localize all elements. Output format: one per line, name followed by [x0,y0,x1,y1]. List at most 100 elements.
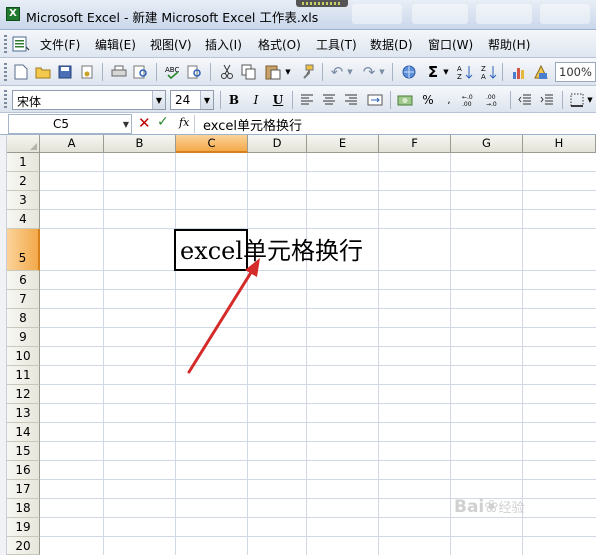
excel-app-icon: X [6,7,20,21]
spelling-icon[interactable]: ABC [164,63,182,81]
insert-function-button[interactable]: fx [179,116,189,129]
decrease-indent-icon[interactable] [516,91,534,109]
drawing-icon[interactable] [532,63,550,81]
font-size-value: 24 [175,93,191,107]
autosum-icon[interactable]: Σ [424,63,442,81]
undo-dropdown-icon[interactable]: ▼ [346,63,354,81]
svg-text:Z: Z [457,73,462,80]
chart-wizard-icon[interactable] [510,63,528,81]
open-icon[interactable] [34,63,52,81]
toolbar-separator [292,91,293,109]
menu-view[interactable]: 视图(V) [150,36,192,53]
new-icon[interactable] [12,63,30,81]
toolbar-separator [562,91,563,109]
titlebar-control[interactable] [412,4,468,24]
align-left-icon[interactable] [298,91,316,109]
activity-indicator [296,0,348,7]
title-bar: X Microsoft Excel - 新建 Microsoft Excel 工… [0,0,596,30]
sort-descending-icon[interactable]: ZA [480,63,498,81]
paw-icon: ❀ [484,497,499,517]
redo-icon[interactable]: ↷ [360,63,378,81]
standard-toolbar: ABC ▼ ↶ ▼ ↷ ▼ Σ ▼ AZ ZA 100% [0,58,596,86]
align-right-icon[interactable] [342,91,360,109]
font-name-combo[interactable]: 宋体 ▼ [12,90,166,110]
svg-text:.00: .00 [462,101,472,107]
baidu-watermark: Bai❀经验 [454,497,525,517]
print-preview-icon[interactable] [132,63,150,81]
watermark-text: Bai [454,497,485,517]
menu-tools[interactable]: 工具(T) [316,36,357,53]
watermark-sub: 经验 [498,501,525,516]
annotation-arrow [187,258,260,374]
titlebar-control[interactable] [540,4,590,24]
toolbar-grip[interactable] [4,90,7,108]
bold-button[interactable]: B [224,91,244,109]
underline-button[interactable]: U [268,91,288,109]
toolbar-separator [510,91,511,109]
excel-window: X Microsoft Excel - 新建 Microsoft Excel 工… [0,0,596,555]
paste-icon[interactable] [264,63,282,81]
merge-center-icon[interactable] [366,91,384,109]
toolbar-separator [102,63,103,81]
titlebar-control[interactable] [476,4,532,24]
borders-dropdown-icon[interactable]: ▼ [586,91,594,109]
save-icon[interactable] [56,63,74,81]
toolbar-separator [156,63,157,81]
svg-text:A: A [481,73,486,80]
menu-grip[interactable] [4,35,7,53]
borders-icon[interactable] [568,91,586,109]
research-icon[interactable] [186,63,204,81]
font-size-combo[interactable]: 24 ▼ [170,90,214,110]
name-box-value: C5 [53,117,70,131]
name-box-dropdown-icon[interactable]: ▼ [123,120,129,129]
menu-edit[interactable]: 编辑(E) [95,36,136,53]
svg-text:→.0: →.0 [486,101,497,107]
increase-decimal-icon[interactable]: ←.0.00 [462,91,480,109]
menu-window[interactable]: 窗口(W) [428,36,473,53]
currency-icon[interactable] [396,91,414,109]
undo-icon[interactable]: ↶ [328,63,346,81]
toolbar-separator [392,63,393,81]
menu-insert[interactable]: 插入(I) [205,36,242,53]
paste-dropdown-icon[interactable]: ▼ [284,63,292,81]
decrease-decimal-icon[interactable]: .00 →.0 [486,91,504,109]
font-name-value: 宋体 [17,95,42,109]
format-painter-icon[interactable] [298,63,316,81]
increase-indent-icon[interactable] [538,91,556,109]
enter-icon[interactable]: ✓ [157,114,169,130]
toolbar-separator [210,63,211,81]
redo-dropdown-icon[interactable]: ▼ [378,63,386,81]
menu-data[interactable]: 数据(D) [370,36,413,53]
toolbar-grip[interactable] [4,63,7,81]
font-size-dropdown-icon[interactable]: ▼ [200,91,213,109]
align-center-icon[interactable] [320,91,338,109]
zoom-box[interactable]: 100% [555,62,596,82]
worksheet-grid[interactable]: A B C D E F G H 1 2 3 4 5 6 7 8 9 10 11 … [0,135,596,555]
percent-button[interactable]: % [418,91,438,109]
italic-button[interactable]: I [246,91,266,109]
svg-text:←.0: ←.0 [462,94,473,101]
name-box[interactable]: C5 ▼ [8,114,132,134]
toolbar-separator [220,91,221,109]
menu-bar: 文件(F) 编辑(E) 视图(V) 插入(I) 格式(O) 工具(T) 数据(D… [0,30,596,58]
menu-format[interactable]: 格式(O) [258,36,301,53]
menu-file[interactable]: 文件(F) [40,36,80,53]
permission-icon[interactable] [78,63,96,81]
svg-text:Z: Z [481,65,486,73]
comma-style-icon[interactable]: , [440,91,458,109]
print-icon[interactable] [110,63,128,81]
sort-ascending-icon[interactable]: AZ [456,63,474,81]
cut-icon[interactable] [218,63,236,81]
hyperlink-icon[interactable] [400,63,418,81]
svg-text:A: A [457,65,462,73]
menu-help[interactable]: 帮助(H) [488,36,530,53]
toolbar-separator [390,91,391,109]
window-title: Microsoft Excel - 新建 Microsoft Excel 工作表… [26,10,319,25]
copy-icon[interactable] [240,63,258,81]
autosum-dropdown-icon[interactable]: ▼ [442,63,450,81]
font-name-dropdown-icon[interactable]: ▼ [152,91,165,109]
workbook-icon[interactable] [12,36,30,52]
titlebar-control[interactable] [352,4,402,24]
formula-input[interactable]: excel单元格换行 [203,115,302,134]
cancel-icon[interactable]: ✕ [138,114,151,132]
